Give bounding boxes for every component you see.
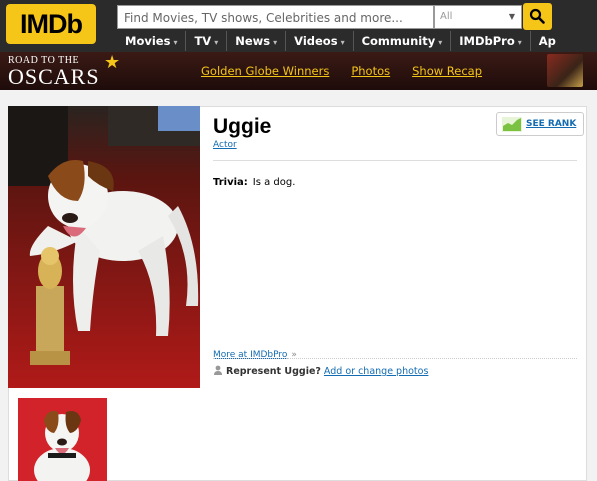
link-show-recap[interactable]: Show Recap bbox=[412, 64, 482, 78]
nav-videos-label: Videos bbox=[294, 34, 338, 48]
nav-imdbpro-label: IMDbPro bbox=[459, 34, 515, 48]
search-button[interactable] bbox=[523, 3, 552, 30]
nav-tv-label: TV bbox=[194, 34, 212, 48]
imdb-logo[interactable]: IMDb bbox=[6, 4, 96, 44]
top-bar: IMDb Find Movies, TV shows, Celebrities … bbox=[0, 0, 597, 52]
nav-community[interactable]: Community ▾ bbox=[352, 31, 451, 51]
nav-videos[interactable]: Videos ▾ bbox=[285, 31, 352, 51]
chevron-down-icon: ▾ bbox=[214, 38, 219, 47]
road-to-oscars-logo[interactable]: ROAD TO THE OSCARS ★ bbox=[6, 52, 121, 89]
nav-tv[interactable]: TV ▾ bbox=[185, 31, 226, 51]
oscars-promo-bar: ROAD TO THE OSCARS ★ Golden Globe Winner… bbox=[0, 52, 597, 90]
nav-apps-label: Ap bbox=[538, 34, 556, 48]
search-category-label: All bbox=[440, 11, 453, 22]
trivia-label: Trivia: bbox=[213, 177, 248, 188]
rank-chart-icon bbox=[502, 117, 522, 132]
nav-movies-label: Movies bbox=[125, 34, 171, 48]
nav-news-label: News bbox=[235, 34, 271, 48]
search-category-select[interactable]: All ▼ bbox=[434, 5, 522, 29]
chevron-down-icon: ▾ bbox=[273, 38, 278, 47]
promo-links: Golden Globe Winners Photos Show Recap bbox=[201, 64, 482, 78]
profile-photo[interactable] bbox=[8, 106, 200, 388]
chevron-down-icon: ▼ bbox=[508, 12, 515, 21]
see-rank-label: SEE RANK bbox=[526, 119, 577, 129]
search-icon bbox=[529, 8, 545, 24]
trivia-text: Is a dog. bbox=[252, 177, 296, 188]
search-input[interactable]: Find Movies, TV shows, Celebrities and m… bbox=[117, 5, 434, 29]
job-link-actor[interactable]: Actor bbox=[213, 140, 237, 150]
person-icon bbox=[214, 365, 222, 375]
chevron-down-icon: ▾ bbox=[340, 38, 345, 47]
represent-label: Represent Uggie? bbox=[226, 366, 321, 377]
add-change-photos-link[interactable]: Add or change photos bbox=[324, 366, 428, 377]
link-photos[interactable]: Photos bbox=[351, 64, 390, 78]
person-name: Uggie bbox=[213, 115, 272, 138]
nav-news[interactable]: News ▾ bbox=[226, 31, 285, 51]
nav-community-label: Community bbox=[361, 34, 436, 48]
divider bbox=[213, 160, 577, 161]
chevron-down-icon: ▾ bbox=[517, 38, 522, 47]
nav-apps[interactable]: Ap bbox=[529, 31, 564, 51]
nav-movies[interactable]: Movies ▾ bbox=[117, 31, 185, 51]
photo-thumbnail[interactable] bbox=[18, 398, 107, 481]
star-icon: ★ bbox=[104, 52, 121, 73]
promo-thumbnail[interactable] bbox=[547, 54, 583, 87]
main-nav: Movies ▾ TV ▾ News ▾ Videos ▾ Community ▾ IMD… bbox=[117, 31, 564, 51]
trivia-section: Trivia: Is a dog. bbox=[213, 177, 295, 188]
chevron-down-icon: ▾ bbox=[438, 38, 443, 47]
nav-imdbpro[interactable]: IMDbPro ▾ bbox=[450, 31, 530, 51]
chevron-down-icon: ▾ bbox=[173, 38, 178, 47]
link-golden-globe-winners[interactable]: Golden Globe Winners bbox=[201, 64, 329, 78]
represent-section: Represent Uggie? Add or change photos bbox=[213, 365, 428, 377]
divider bbox=[213, 358, 577, 359]
logo-main-text: OSCARS bbox=[8, 64, 100, 89]
see-rank-button[interactable]: SEE RANK bbox=[496, 112, 584, 136]
